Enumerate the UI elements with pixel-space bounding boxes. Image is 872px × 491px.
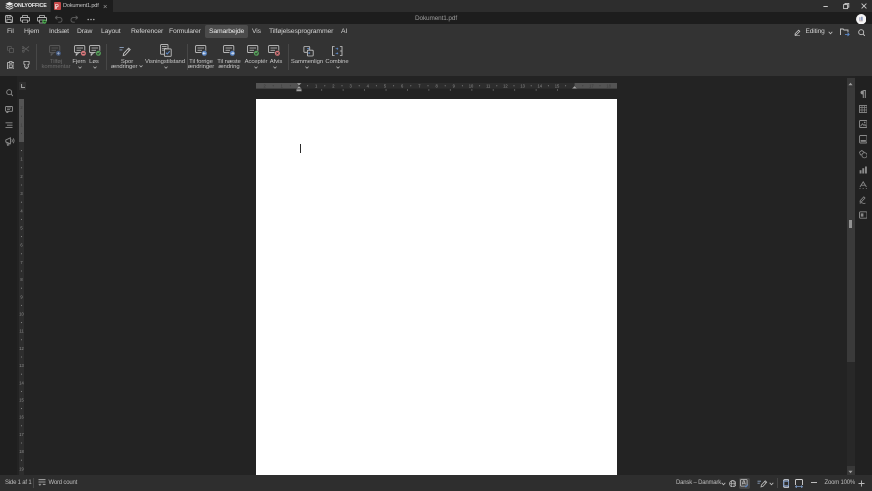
svg-text:16: 16 — [19, 415, 24, 420]
svg-text:15: 15 — [19, 398, 24, 403]
svg-text:10: 10 — [19, 312, 24, 317]
svg-text:10: 10 — [469, 83, 474, 88]
svg-text:17: 17 — [589, 83, 594, 88]
svg-text:13: 13 — [520, 83, 525, 88]
svg-text:14: 14 — [19, 380, 24, 385]
svg-text:15: 15 — [555, 83, 560, 88]
svg-text:11: 11 — [19, 329, 24, 334]
svg-text:18: 18 — [606, 83, 611, 88]
svg-text:13: 13 — [19, 363, 24, 368]
svg-text:11: 11 — [486, 83, 491, 88]
svg-text:18: 18 — [19, 449, 24, 454]
svg-text:12: 12 — [503, 83, 508, 88]
svg-text:12: 12 — [19, 346, 24, 351]
svg-text:19: 19 — [19, 466, 24, 471]
svg-text:17: 17 — [19, 432, 24, 437]
svg-text:14: 14 — [538, 83, 543, 88]
